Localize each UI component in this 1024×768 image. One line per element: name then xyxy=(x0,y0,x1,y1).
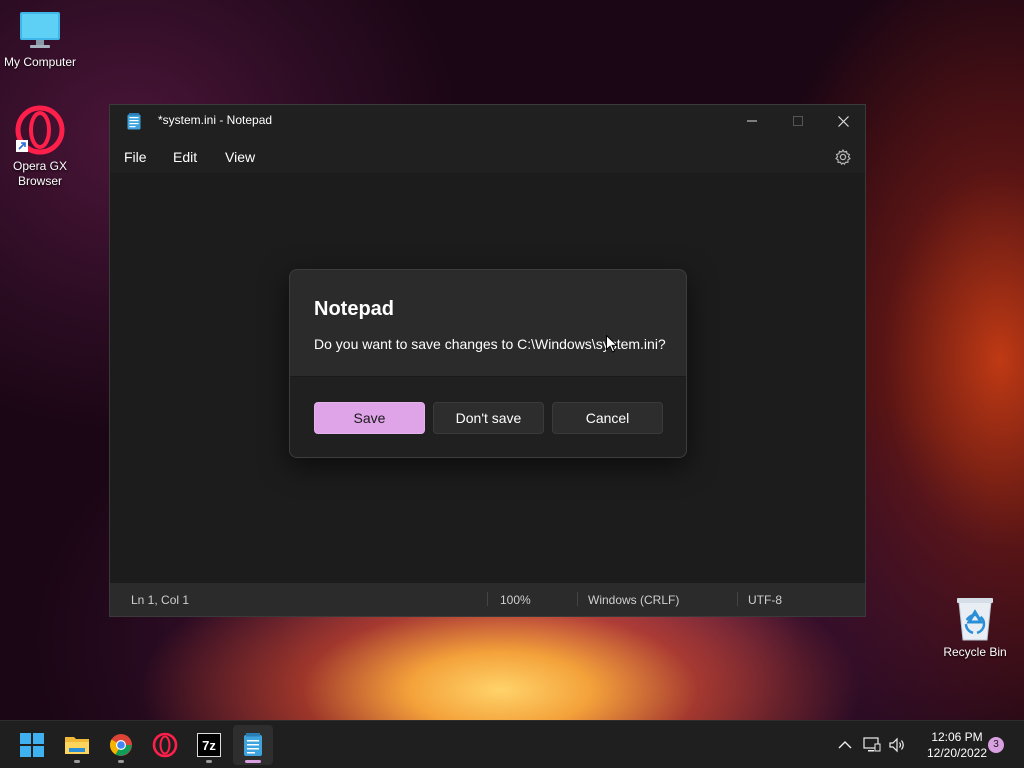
notepad-icon xyxy=(127,113,141,130)
start-icon xyxy=(20,733,44,757)
speaker-icon xyxy=(889,737,904,753)
opera-gx-icon xyxy=(152,732,178,758)
network-icon xyxy=(863,737,881,752)
minimize-icon xyxy=(747,120,757,122)
taskbar-file-explorer[interactable] xyxy=(57,725,97,765)
recycle-bin-icon xyxy=(957,598,993,641)
running-indicator xyxy=(118,760,124,763)
mouse-cursor-icon xyxy=(606,335,618,353)
status-bar: Ln 1, Col 1 100% Windows (CRLF) UTF-8 xyxy=(110,583,865,616)
chevron-up-icon xyxy=(838,741,852,749)
minimize-button[interactable] xyxy=(729,105,775,137)
desktop-icon-my-computer[interactable]: My Computer xyxy=(0,8,80,70)
taskbar-chrome[interactable] xyxy=(101,725,141,765)
taskbar-opera-gx[interactable] xyxy=(145,725,185,765)
status-separator xyxy=(737,592,738,606)
volume-control[interactable] xyxy=(887,735,907,755)
notification-badge[interactable]: 3 xyxy=(988,737,1004,753)
status-cursor-position: Ln 1, Col 1 xyxy=(131,593,190,607)
network-status[interactable] xyxy=(862,735,882,755)
close-button[interactable] xyxy=(820,105,866,137)
gear-icon[interactable] xyxy=(835,149,851,165)
status-zoom: 100% xyxy=(500,593,531,607)
maximize-button[interactable] xyxy=(775,105,821,137)
status-line-ending: Windows (CRLF) xyxy=(588,593,680,607)
dialog-title: Notepad xyxy=(314,298,394,320)
close-icon xyxy=(837,115,849,127)
notepad-icon xyxy=(244,733,262,756)
taskbar-7zip[interactable]: 7z xyxy=(189,725,229,765)
status-encoding: UTF-8 xyxy=(748,593,782,607)
menu-view[interactable]: View xyxy=(225,149,255,165)
save-changes-dialog: Notepad Do you want to save changes to C… xyxy=(289,269,687,458)
cancel-button[interactable]: Cancel xyxy=(552,402,663,434)
running-indicator xyxy=(206,760,212,763)
desktop-icon-recycle-bin[interactable]: Recycle Bin xyxy=(935,594,1015,660)
taskbar: 7z 12:06 PM 12/20/2022 3 xyxy=(0,720,1024,768)
dont-save-button[interactable]: Don't save xyxy=(433,402,544,434)
start-button[interactable] xyxy=(12,725,52,765)
running-indicator xyxy=(74,760,80,763)
status-separator xyxy=(577,592,578,606)
desktop: My Computer Opera GX Browser Recycle Bin xyxy=(0,0,1024,768)
menu-edit[interactable]: Edit xyxy=(173,149,197,165)
title-bar[interactable]: *system.ini - Notepad xyxy=(110,105,865,137)
chrome-icon xyxy=(110,734,132,756)
status-separator xyxy=(487,592,488,606)
opera-gx-icon xyxy=(15,105,65,155)
file-explorer-icon xyxy=(65,737,89,754)
computer-icon xyxy=(20,12,60,48)
running-indicator xyxy=(245,760,261,763)
menu-bar: File Edit View xyxy=(110,141,865,173)
window-title: *system.ini - Notepad xyxy=(158,113,273,127)
menu-file[interactable]: File xyxy=(124,149,147,165)
dialog-footer: Save Don't save Cancel xyxy=(290,376,686,457)
maximize-icon xyxy=(793,116,803,126)
save-button[interactable]: Save xyxy=(314,402,425,434)
7zip-label: 7z xyxy=(202,738,216,753)
desktop-icon-label: Recycle Bin xyxy=(943,645,1007,659)
7zip-icon: 7z xyxy=(197,733,221,757)
show-hidden-icons-button[interactable] xyxy=(835,735,855,755)
desktop-icon-label: Opera GX Browser xyxy=(12,159,68,188)
desktop-icon-opera-gx[interactable]: Opera GX Browser xyxy=(0,104,80,189)
taskbar-notepad[interactable] xyxy=(233,725,273,765)
desktop-icon-label: My Computer xyxy=(3,55,77,69)
